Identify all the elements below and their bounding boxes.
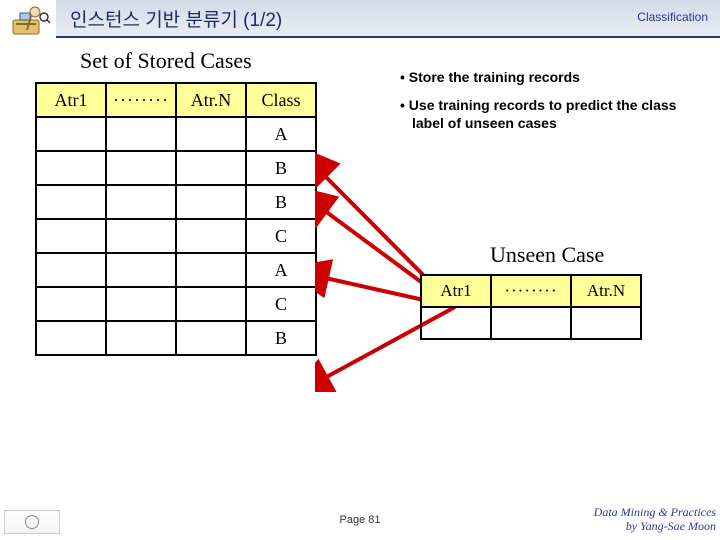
credit-text: Data Mining & Practices by Yang-Sae Moon [594,506,716,534]
unseen-col-ellipsis: ········ [491,275,571,307]
table-row: B [36,321,316,355]
description-bullets: • Store the training records • Use train… [400,68,690,143]
slide-title: 인스턴스 기반 분류기 (1/2) [70,5,282,32]
bullet-item: • Store the training records [400,68,690,86]
stored-cases-table: Atr1 ········ Atr.N Class A B B C A C B [35,82,317,356]
table-row: B [36,185,316,219]
table-row: A [36,253,316,287]
header-icon [4,0,54,42]
university-logo [4,510,60,534]
page-number: Page 81 [340,514,381,526]
table-row: C [36,219,316,253]
title-bar: 인스턴스 기반 분류기 (1/2) [56,0,720,38]
unseen-case-table: Atr1 ········ Atr.N [420,274,642,340]
table-row: A [36,117,316,151]
slide-header: 인스턴스 기반 분류기 (1/2) Classification [0,0,720,42]
unseen-col-atrn: Atr.N [571,275,641,307]
slide-content: Set of Stored Cases Atr1 ········ Atr.N … [0,42,720,500]
classification-arrows [315,122,475,392]
table-row [421,307,641,339]
slide-footer: Page 81 Data Mining & Practices by Yang-… [0,500,720,540]
col-atrn: Atr.N [176,83,246,117]
col-ellipsis: ········ [106,83,176,117]
table-row: C [36,287,316,321]
table-row: B [36,151,316,185]
col-class: Class [246,83,316,117]
col-atr1: Atr1 [36,83,106,117]
stored-cases-title: Set of Stored Cases [80,48,252,74]
bullet-item: • Use training records to predict the cl… [400,96,690,132]
category-label: Classification [637,10,708,24]
unseen-col-atr1: Atr1 [421,275,491,307]
unseen-case-title: Unseen Case [490,242,604,268]
